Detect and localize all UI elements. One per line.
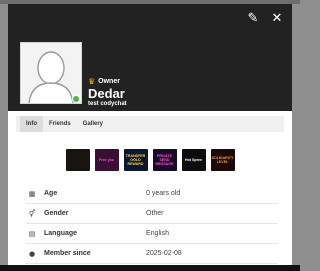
info-label: Language [44,230,78,237]
info-row-gender: ⚥ Gender Other [26,204,278,224]
gift-item[interactable]: TRANSFER GOLD REWARD [123,149,148,171]
info-row-language: ▤ Language English [26,224,278,244]
gift-item[interactable]: PRIVATE SEND MESSAGE [152,149,177,171]
profile-tabs: Info Friends Gallery [16,116,284,132]
gift-item[interactable]: Free you [94,149,119,171]
avatar[interactable] [20,42,82,104]
online-status-dot [72,95,80,103]
calendar-icon: ▦ [28,189,36,198]
tab-info[interactable]: Info [20,116,43,132]
page-backdrop-bottom [0,265,300,271]
crown-icon: ♛ [88,77,96,86]
info-value: 0 years old [146,190,181,197]
info-row-member-since: ● Member since 2025-02-08 [26,244,278,264]
header-actions: ✎ ✕ [246,12,284,26]
info-list: ▦ Age 0 years old ⚥ Gender Other ▤ Langu… [26,184,278,264]
info-label: Age [44,190,58,197]
profile-identity: ♛ Owner Dedar test codychat [88,77,127,107]
language-icon: ▤ [28,229,36,238]
tab-friends[interactable]: Friends [43,116,77,132]
username: Dedar [88,86,125,101]
info-label: Gender [44,210,69,217]
edit-icon[interactable]: ✎ [246,12,260,26]
gender-icon: ⚥ [28,209,36,218]
profile-modal: ✎ ✕ ♛ Owner Dedar test codychat Info Fri… [8,4,292,268]
gift-item[interactable]: SOLIDARITY LEVEL [210,149,235,171]
default-avatar-icon [21,43,81,103]
info-value: 2025-02-08 [146,250,182,257]
gift-list: Free you TRANSFER GOLD REWARD PRIVATE SE… [8,149,292,171]
profile-header: ✎ ✕ ♛ Owner Dedar test codychat [8,4,292,111]
info-row-age: ▦ Age 0 years old [26,184,278,204]
gift-item[interactable] [65,149,90,171]
tab-gallery[interactable]: Gallery [77,116,109,132]
user-motto: test codychat [88,101,127,107]
rank-label: Owner [98,78,120,85]
user-icon: ● [28,249,36,258]
rank: ♛ Owner [88,77,127,86]
info-label: Member since [44,250,91,257]
info-value: English [146,230,169,237]
close-icon[interactable]: ✕ [270,12,284,26]
gift-item[interactable]: Hot Spree [181,149,206,171]
info-value: Other [146,210,164,217]
